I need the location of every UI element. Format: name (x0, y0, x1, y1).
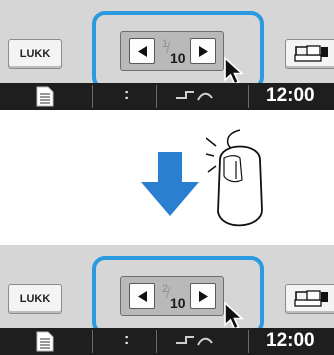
close-button[interactable]: LUKK (8, 39, 62, 69)
document-icon (36, 331, 54, 352)
sewing-machine-button[interactable] (285, 39, 334, 69)
bottom-screen-panel: LUKK 2 / 10 : 12:00 (0, 245, 334, 355)
thread-indicator-icon (176, 91, 213, 101)
status-divider (156, 330, 157, 353)
status-middle-text: : (124, 331, 130, 348)
status-divider (156, 85, 157, 108)
status-divider (92, 85, 93, 108)
status-divider (248, 330, 249, 353)
down-arrow-icon (141, 152, 199, 216)
sewing-machine-icon (294, 45, 328, 62)
status-middle-text: : (124, 86, 130, 103)
status-bar: : 12:00 (0, 328, 334, 355)
status-bar: : 12:00 (0, 83, 334, 110)
document-icon (36, 86, 54, 107)
top-screen-panel: LUKK 1 / 10 : 12:00 (0, 0, 334, 110)
sewing-machine-button[interactable] (285, 284, 334, 314)
mouse-icon (206, 129, 263, 227)
status-time: 12:00 (266, 85, 315, 106)
thread-indicator-icon (176, 336, 213, 346)
status-divider (248, 85, 249, 108)
sewing-machine-icon (294, 290, 328, 307)
status-divider (92, 330, 93, 353)
close-button[interactable]: LUKK (8, 284, 62, 314)
status-time: 12:00 (266, 330, 315, 351)
